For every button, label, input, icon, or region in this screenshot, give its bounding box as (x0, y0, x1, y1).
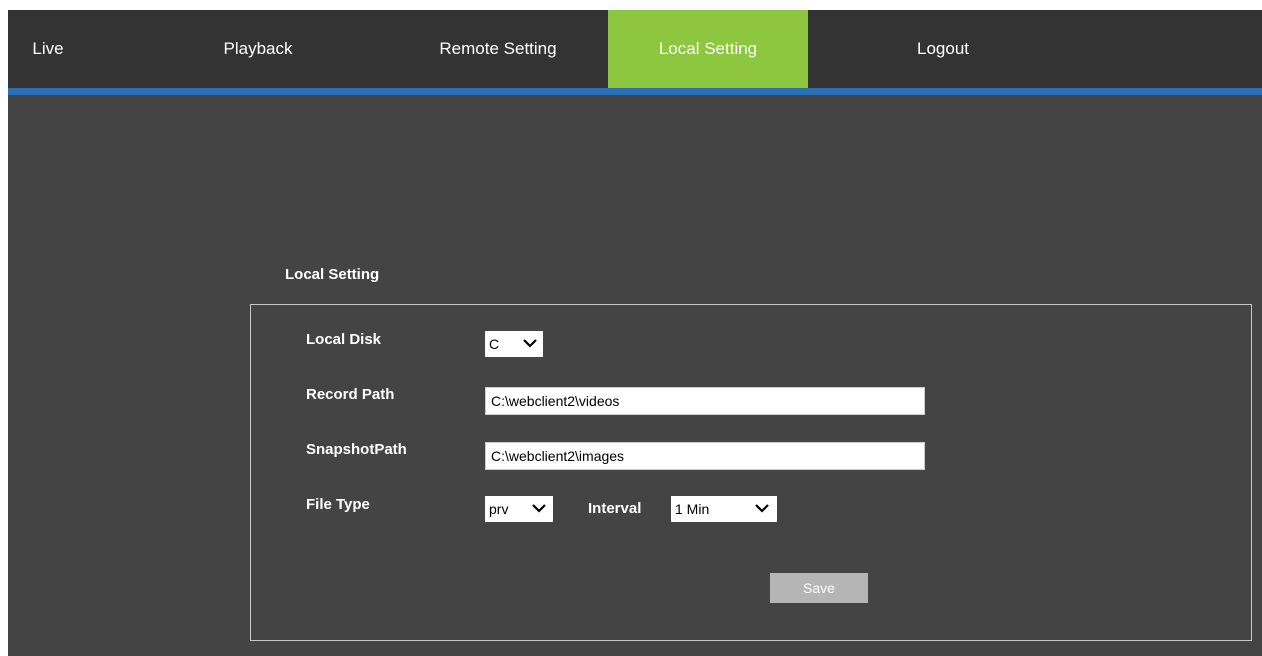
local-disk-select[interactable]: C (485, 331, 543, 357)
interval-value: 1 Min (675, 501, 710, 517)
section-title: Local Setting (285, 266, 380, 283)
nav-playback[interactable]: Playback (203, 10, 313, 88)
chevron-down-icon (532, 496, 548, 522)
local-disk-value: C (489, 336, 500, 352)
record-path-label: Record Path (306, 386, 395, 403)
app-frame: Live Playback Remote Setting Local Setti… (8, 10, 1262, 656)
snapshot-path-label: SnapshotPath (306, 441, 407, 458)
local-setting-panel: Local Disk C Record Path C:\webclient2\v… (250, 304, 1252, 641)
chevron-down-icon (755, 496, 771, 522)
local-disk-label: Local Disk (306, 331, 382, 348)
interval-select[interactable]: 1 Min (671, 496, 777, 522)
file-type-select[interactable]: prv (485, 496, 553, 522)
record-path-input[interactable]: C:\webclient2\videos (485, 387, 925, 415)
file-type-value: prv (489, 501, 509, 517)
interval-label: Interval (588, 500, 642, 517)
snapshot-path-input[interactable]: C:\webclient2\images (485, 442, 925, 470)
chevron-down-icon (523, 331, 539, 357)
file-type-label: File Type (306, 496, 370, 513)
nav-local-setting[interactable]: Local Setting (608, 10, 808, 88)
save-button[interactable]: Save (770, 573, 868, 603)
top-navbar: Live Playback Remote Setting Local Setti… (8, 10, 1262, 88)
nav-logout[interactable]: Logout (888, 10, 998, 88)
nav-remote-setting[interactable]: Remote Setting (408, 10, 588, 88)
nav-live[interactable]: Live (8, 10, 88, 88)
accent-bar (8, 88, 1262, 95)
